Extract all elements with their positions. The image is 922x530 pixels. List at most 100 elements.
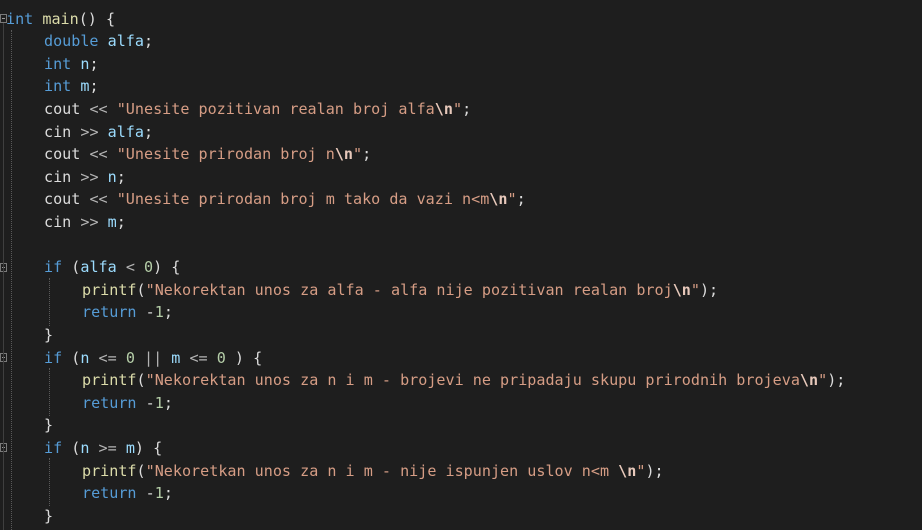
code-line[interactable]: int n; xyxy=(44,53,99,76)
code-token: 1 xyxy=(154,303,164,322)
code-token: " xyxy=(353,145,363,164)
code-line[interactable]: cout << "Unesite prirodan broj n\n"; xyxy=(44,143,371,166)
code-line[interactable]: cout << "Unesite prirodan broj m tako da… xyxy=(44,188,526,211)
fold-region-line xyxy=(3,452,4,508)
code-token: m xyxy=(125,438,135,457)
code-token: 0 xyxy=(125,348,135,367)
code-token: 1 xyxy=(154,393,164,412)
code-token: ( xyxy=(62,258,81,277)
code-token: <= xyxy=(180,348,217,367)
code-line[interactable]: return -1; xyxy=(82,482,173,505)
code-token: ( xyxy=(62,348,81,367)
code-token: " xyxy=(507,190,517,209)
code-token: int xyxy=(44,54,72,73)
code-token: ; xyxy=(116,167,126,186)
code-token: - xyxy=(136,303,155,322)
code-token: cin xyxy=(44,212,72,231)
code-token: << xyxy=(80,99,117,118)
code-token: ( xyxy=(62,438,81,457)
indent-guide xyxy=(49,368,50,416)
code-line[interactable]: if (n >= m) { xyxy=(44,437,162,460)
code-token: return xyxy=(82,484,137,503)
code-token: \n xyxy=(618,461,637,480)
code-token: ; xyxy=(143,122,154,141)
code-token: \n xyxy=(334,145,353,164)
code-token: m xyxy=(171,348,181,367)
code-token: ; xyxy=(89,77,99,96)
code-token: \n xyxy=(434,99,453,118)
code-token: ; xyxy=(163,393,173,412)
code-line[interactable]: int main() { xyxy=(6,8,115,31)
code-token: ; xyxy=(116,212,126,231)
code-token: ( xyxy=(136,371,146,390)
code-line[interactable]: cin >> alfa; xyxy=(44,121,153,144)
code-token: >> xyxy=(71,212,108,231)
code-token: "Nekorektan unos za alfa - alfa nije poz… xyxy=(145,280,673,299)
code-token: >> xyxy=(71,122,108,141)
code-token: alfa xyxy=(107,32,144,51)
code-line[interactable]: if (alfa < 0) { xyxy=(44,256,180,279)
code-token: || xyxy=(134,348,172,367)
code-token: cin xyxy=(44,122,72,141)
code-token: "Nekorektan unos za n i m - brojevi ne p… xyxy=(145,371,800,390)
code-line[interactable]: printf("Nekorektan unos za n i m - broje… xyxy=(82,369,845,392)
code-token: ( xyxy=(136,280,146,299)
code-token: double xyxy=(44,32,99,51)
code-token: alfa xyxy=(80,258,117,277)
code-token: "Unesite prirodan broj m tako da vazi n<… xyxy=(116,190,490,209)
code-token: return xyxy=(82,303,137,322)
code-token: ) { xyxy=(225,348,263,367)
code-token: main xyxy=(42,9,79,28)
code-token: n xyxy=(107,167,117,186)
code-token: 0 xyxy=(144,258,154,277)
code-token: alfa xyxy=(107,122,144,141)
code-line[interactable]: double alfa; xyxy=(44,30,153,53)
code-token: cout xyxy=(44,190,81,209)
code-token: ; xyxy=(362,145,372,164)
fold-region-line xyxy=(3,362,4,418)
code-token: ; xyxy=(163,303,173,322)
code-token: << xyxy=(80,190,117,209)
code-line[interactable]: } xyxy=(44,324,53,347)
code-token: cout xyxy=(44,145,81,164)
code-line[interactable]: cin >> m; xyxy=(44,211,126,234)
code-token: } xyxy=(44,506,54,525)
code-line[interactable]: } xyxy=(44,505,53,528)
code-token: cin xyxy=(44,167,72,186)
indent-guide xyxy=(49,458,50,506)
code-token: >= xyxy=(89,438,126,457)
code-token: " xyxy=(452,99,463,118)
code-token: ) { xyxy=(134,438,163,457)
code-token: <= xyxy=(89,348,126,367)
code-token: ; xyxy=(163,484,173,503)
code-line[interactable]: printf("Nekoretkan unos za n i m - nije … xyxy=(82,460,664,483)
fold-region-line xyxy=(3,272,4,328)
code-token: return xyxy=(82,393,137,412)
code-token: \n xyxy=(799,371,819,390)
code-token: \n xyxy=(672,280,691,299)
code-token: 0 xyxy=(216,348,226,367)
code-line[interactable]: int m; xyxy=(44,75,99,98)
code-editor[interactable]: int main() {double alfa; int n; int m; cout… xyxy=(0,0,922,530)
code-line[interactable]: cin >> n; xyxy=(44,166,126,189)
code-line[interactable]: } xyxy=(44,414,53,437)
code-token: int xyxy=(6,9,34,28)
code-token: << xyxy=(80,145,117,164)
code-token: ); xyxy=(645,461,664,480)
code-line[interactable]: printf("Nekorektan unos za alfa - alfa n… xyxy=(82,279,718,302)
code-token: printf xyxy=(82,461,137,480)
code-token: ( xyxy=(136,461,146,480)
code-token: cout xyxy=(44,99,81,118)
code-token: ; xyxy=(143,32,154,51)
code-line[interactable]: cout << "Unesite pozitivan realan broj a… xyxy=(44,98,471,121)
code-line[interactable]: if (n <= 0 || m <= 0 ) { xyxy=(44,347,262,370)
code-line[interactable]: return -1; xyxy=(82,392,173,415)
code-token: < xyxy=(116,258,144,277)
code-token: ) { xyxy=(153,258,181,277)
code-token: () { xyxy=(78,9,116,28)
code-token: if xyxy=(44,438,63,457)
code-line[interactable]: return -1; xyxy=(82,301,173,324)
